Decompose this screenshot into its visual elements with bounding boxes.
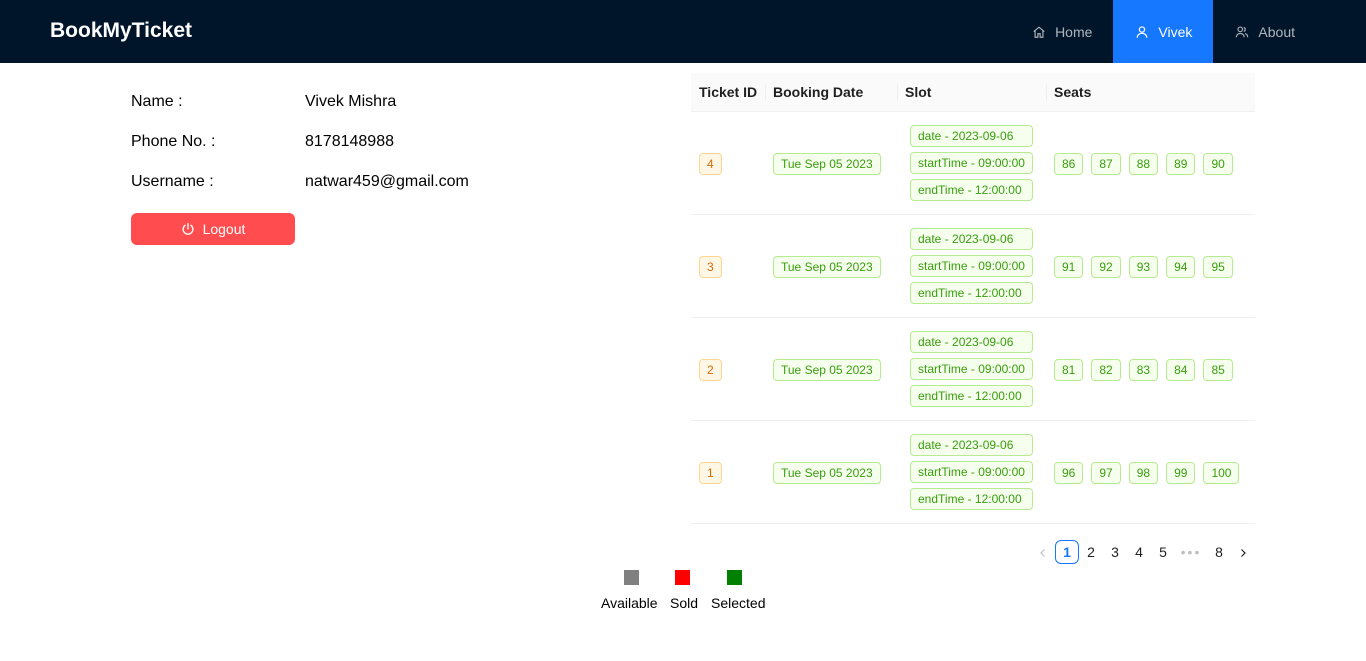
legend-swatch-sold [675, 570, 690, 585]
table-row: 4 Tue Sep 05 2023 date - 2023-09-06 star… [691, 112, 1255, 215]
chevron-left-icon [1040, 549, 1045, 558]
seat-tag: 96 [1054, 462, 1084, 484]
logout-button[interactable]: Logout [131, 213, 295, 245]
logout-label: Logout [202, 221, 246, 237]
slot-cell: date - 2023-09-06 startTime - 09:00:00 e… [910, 434, 1040, 515]
seat-tag: 92 [1091, 256, 1121, 278]
pagination: 1 2 3 4 5 ••• 8 [1031, 540, 1255, 564]
seat-tag: 94 [1166, 256, 1196, 278]
username-value: natwar459@gmail.com [305, 173, 469, 190]
table-row: 1 Tue Sep 05 2023 date - 2023-09-06 star… [691, 421, 1255, 524]
legend-swatch-selected [727, 570, 742, 585]
pagination-prev[interactable] [1031, 540, 1055, 564]
slot-start-tag: startTime - 09:00:00 [910, 358, 1033, 380]
user-icon [1136, 25, 1148, 38]
seat-tag: 86 [1054, 153, 1084, 175]
bookings-table: Ticket ID Booking Date Slot Seats 4 Tue … [691, 73, 1255, 524]
booking-date-tag: Tue Sep 05 2023 [773, 153, 881, 175]
nav-item-label: Vivek [1158, 23, 1193, 40]
table-header: Ticket ID Booking Date Slot Seats [691, 73, 1255, 112]
seats-cell: 81 82 83 84 85 [1054, 359, 1241, 381]
slot-end-tag: endTime - 12:00:00 [910, 282, 1033, 304]
seat-tag: 91 [1054, 256, 1084, 278]
seat-tag: 89 [1166, 153, 1196, 175]
seats-cell: 86 87 88 89 90 [1054, 153, 1241, 175]
seat-tag: 93 [1128, 256, 1159, 278]
seat-tag: 82 [1091, 359, 1121, 381]
ticket-id-tag: 4 [699, 153, 722, 175]
power-icon [182, 222, 194, 235]
team-icon [1236, 26, 1249, 37]
seat-tag: 81 [1054, 359, 1084, 381]
seat-tag: 87 [1091, 153, 1121, 175]
booking-date-tag: Tue Sep 05 2023 [773, 462, 881, 484]
nav-item-about[interactable]: About [1213, 0, 1316, 63]
name-label: Name : [131, 93, 183, 110]
legend-label-available: Available [601, 595, 658, 611]
phone-value: 8178148988 [305, 133, 394, 150]
seat-tag: 85 [1203, 359, 1233, 381]
seat-tag: 95 [1203, 256, 1233, 278]
pagination-jump-next[interactable]: ••• [1175, 540, 1207, 564]
slot-start-tag: startTime - 09:00:00 [910, 152, 1033, 174]
pagination-next[interactable] [1231, 540, 1255, 564]
slot-date-tag: date - 2023-09-06 [910, 228, 1033, 250]
table-row: 3 Tue Sep 05 2023 date - 2023-09-06 star… [691, 215, 1255, 318]
home-icon [1033, 25, 1045, 38]
brand-logo[interactable]: BookMyTicket [50, 19, 192, 43]
slot-end-tag: endTime - 12:00:00 [910, 179, 1033, 201]
seat-tag: 90 [1203, 153, 1233, 175]
slot-end-tag: endTime - 12:00:00 [910, 385, 1033, 407]
ticket-id-tag: 3 [699, 256, 722, 278]
pagination-page-2[interactable]: 2 [1079, 540, 1103, 564]
main-nav: Home Vivek About [1010, 0, 1316, 63]
slot-start-tag: startTime - 09:00:00 [910, 461, 1033, 483]
nav-item-profile[interactable]: Vivek [1113, 0, 1214, 63]
slot-date-tag: date - 2023-09-06 [910, 331, 1033, 353]
slot-cell: date - 2023-09-06 startTime - 09:00:00 e… [910, 331, 1040, 412]
column-header-booking-date: Booking Date [773, 84, 864, 100]
seat-tag: 98 [1128, 462, 1159, 484]
top-navbar: BookMyTicket Home Vivek About [0, 0, 1366, 63]
column-header-ticket-id: Ticket ID [699, 84, 758, 100]
seat-tag: 99 [1166, 462, 1196, 484]
seat-tag: 97 [1091, 462, 1121, 484]
column-header-slot: Slot [905, 84, 932, 100]
nav-item-label: About [1258, 23, 1295, 40]
legend-label-selected: Selected [711, 595, 766, 611]
name-value: Vivek Mishra [305, 93, 397, 110]
slot-cell: date - 2023-09-06 startTime - 09:00:00 e… [910, 125, 1040, 206]
pagination-page-3[interactable]: 3 [1103, 540, 1127, 564]
slot-date-tag: date - 2023-09-06 [910, 434, 1033, 456]
slot-cell: date - 2023-09-06 startTime - 09:00:00 e… [910, 228, 1040, 309]
username-label: Username : [131, 173, 214, 190]
seats-cell: 91 92 93 94 95 [1054, 256, 1241, 278]
pagination-page-last[interactable]: 8 [1207, 540, 1231, 564]
pagination-page-4[interactable]: 4 [1127, 540, 1151, 564]
slot-end-tag: endTime - 12:00:00 [910, 488, 1033, 510]
booking-date-tag: Tue Sep 05 2023 [773, 256, 881, 278]
slot-date-tag: date - 2023-09-06 [910, 125, 1033, 147]
nav-item-home[interactable]: Home [1010, 0, 1113, 63]
seat-tag: 83 [1128, 359, 1159, 381]
column-header-seats: Seats [1054, 84, 1092, 100]
seat-tag: 100 [1203, 462, 1240, 484]
pagination-page-1[interactable]: 1 [1055, 540, 1079, 564]
nav-item-label: Home [1055, 23, 1093, 40]
seat-tag: 88 [1128, 153, 1159, 175]
slot-start-tag: startTime - 09:00:00 [910, 255, 1033, 277]
pagination-page-5[interactable]: 5 [1151, 540, 1175, 564]
legend-swatch-available [624, 570, 639, 585]
seats-cell: 96 97 98 99 100 [1054, 462, 1247, 484]
phone-label: Phone No. : [131, 133, 216, 150]
seat-tag: 84 [1166, 359, 1196, 381]
ticket-id-tag: 1 [699, 462, 722, 484]
booking-date-tag: Tue Sep 05 2023 [773, 359, 881, 381]
table-row: 2 Tue Sep 05 2023 date - 2023-09-06 star… [691, 318, 1255, 421]
ticket-id-tag: 2 [699, 359, 722, 381]
legend-label-sold: Sold [670, 595, 699, 611]
chevron-right-icon [1241, 549, 1246, 558]
